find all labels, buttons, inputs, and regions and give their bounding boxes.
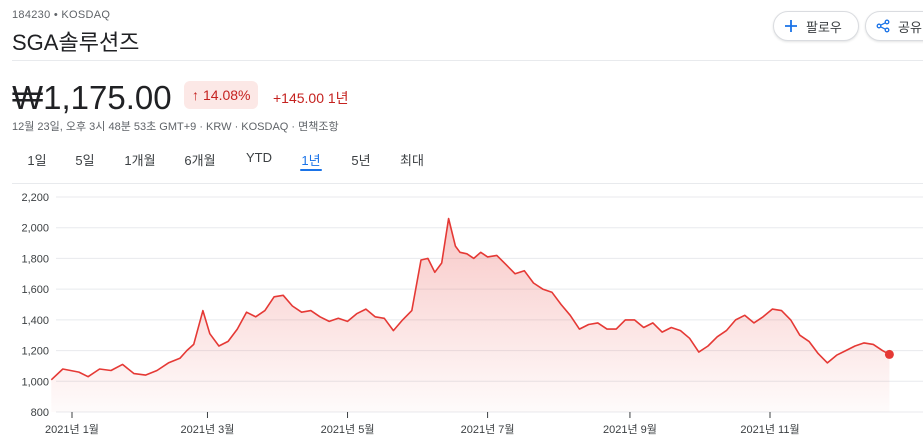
x-tick-label: 2021년 11월 xyxy=(740,423,799,436)
y-tick-label: 800 xyxy=(31,407,49,419)
plus-icon xyxy=(784,19,798,33)
header-divider xyxy=(12,60,923,61)
x-tick-label: 2021년 1월 xyxy=(45,423,99,436)
arrow-up-icon: ↑ xyxy=(192,87,199,103)
y-tick-label: 2,200 xyxy=(21,192,49,204)
tab-5d[interactable]: 5일 xyxy=(75,150,94,169)
ticker-exchange: 184230 • KOSDAQ xyxy=(12,9,111,21)
tab-1m[interactable]: 1개월 xyxy=(124,150,155,169)
tab-max[interactable]: 최대 xyxy=(400,150,424,169)
y-tick-label: 1,400 xyxy=(21,315,49,327)
y-tick-label: 1,600 xyxy=(21,284,49,296)
company-name: SGA솔루션즈 xyxy=(12,30,140,55)
price-area xyxy=(51,218,890,412)
tab-ytd[interactable]: YTD xyxy=(246,150,272,165)
share-button[interactable]: 공유 xyxy=(865,11,923,41)
last-price-dot xyxy=(884,349,894,359)
absolute-change: +145.00 1년 xyxy=(273,90,349,106)
y-tick-label: 1,200 xyxy=(21,346,49,358)
share-label: 공유 xyxy=(898,19,922,35)
y-tick-label: 1,000 xyxy=(21,376,49,388)
x-tick-label: 2021년 9월 xyxy=(603,423,657,436)
tab-1d[interactable]: 1일 xyxy=(27,150,46,169)
tab-1y[interactable]: 1년 xyxy=(301,150,320,169)
follow-button[interactable]: 팔로우 xyxy=(773,11,859,41)
active-tab-indicator xyxy=(300,169,322,171)
quote-meta: 12월 23일, 오후 3시 48분 53초 GMT+9 · KRW · KOS… xyxy=(12,121,339,133)
follow-label: 팔로우 xyxy=(806,19,842,35)
y-tick-label: 1,800 xyxy=(21,253,49,265)
y-tick-label: 2,000 xyxy=(21,223,49,235)
tab-6m[interactable]: 6개월 xyxy=(184,150,215,169)
share-icon xyxy=(876,19,890,33)
current-price: ₩1,175.00 xyxy=(12,79,172,116)
percent-change-badge: ↑ 14.08% xyxy=(184,81,259,109)
x-tick-label: 2021년 7월 xyxy=(461,423,515,436)
tab-5y[interactable]: 5년 xyxy=(351,150,370,169)
x-tick-label: 2021년 3월 xyxy=(181,423,235,436)
price-chart: 800 1,000 1,200 1,400 1,600 1,800 2,000 2,200 20… xyxy=(21,192,923,436)
x-tick-label: 2021년 5월 xyxy=(321,423,375,436)
percent-change-value: 14.08% xyxy=(203,87,251,103)
